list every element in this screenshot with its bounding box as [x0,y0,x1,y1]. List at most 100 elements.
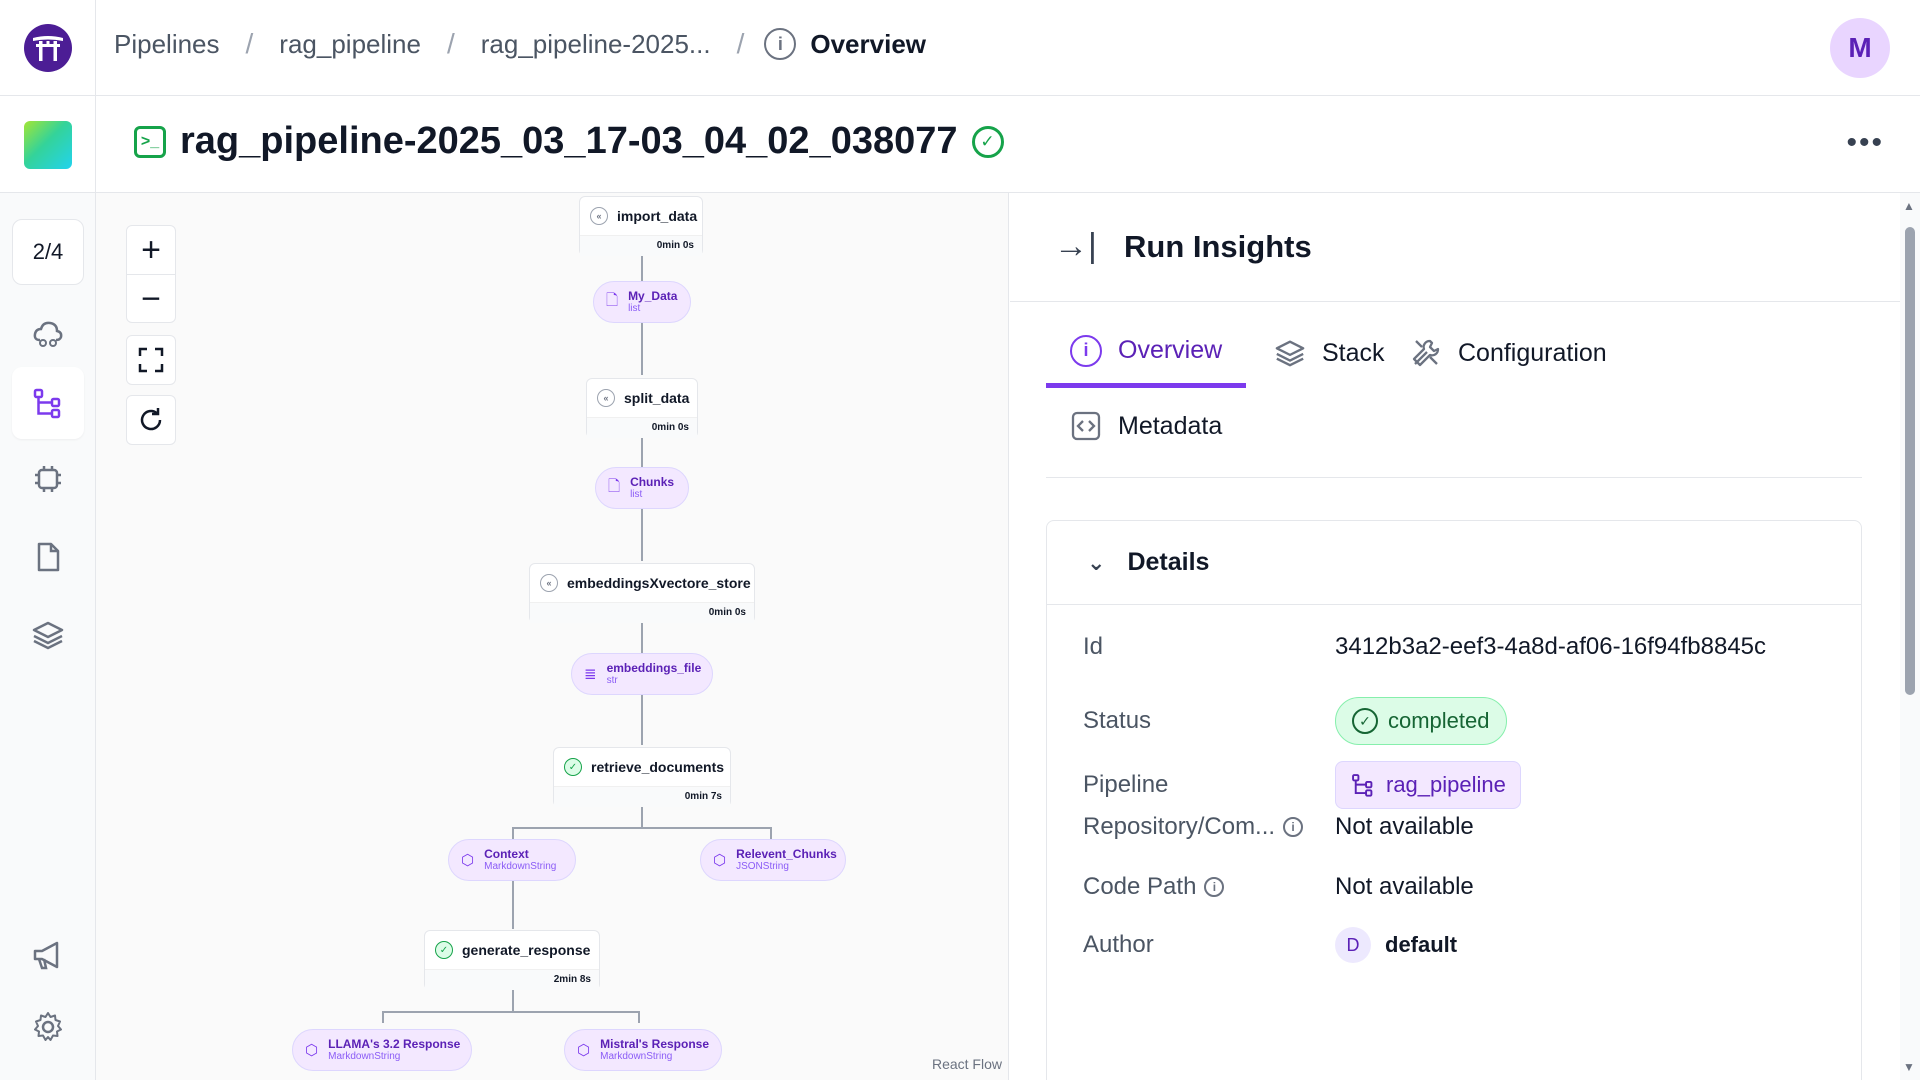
sidebar-item-overview[interactable] [12,297,84,369]
detail-row-status: Status ✓ completed [1083,697,1507,745]
tab-stack[interactable]: Stack [1250,318,1409,388]
dag-artifact-node[interactable]: ≣ embeddings_file str [571,653,713,695]
dag-edge [382,1011,384,1023]
dag-edge [641,806,643,828]
dag-artifact-node[interactable]: 🗋 My_Data list [593,281,691,323]
dag-step-node[interactable]: « split_data 0min 0s [586,378,698,438]
dag-edge [512,827,514,839]
fit-view-button[interactable] [126,335,176,385]
detail-label: Pipeline [1083,771,1169,798]
artifact-type: MarkdownString [484,861,557,872]
step-duration: 0min 0s [580,235,702,256]
step-name: embeddingsXvectore_store [567,575,751,591]
pipeline-link[interactable]: rag_pipeline [1335,761,1521,809]
scrollbar-thumb[interactable] [1905,227,1915,695]
tab-configuration[interactable]: Configuration [1386,318,1631,388]
sidebar-counter-badge[interactable]: 2/4 [12,219,84,285]
gear-icon [34,1012,62,1041]
cube-icon: ⬡ [577,1042,591,1059]
layers-icon [1275,340,1305,367]
panel-title: Run Insights [1124,229,1312,264]
code-path-value: Not available [1335,873,1474,900]
panel-header: →| Run Insights [1010,193,1900,302]
sidebar-item-announcements[interactable] [12,919,84,991]
database-icon: ≣ [584,666,597,683]
dag-edge [512,990,514,1012]
scroll-up-icon[interactable]: ▲ [1903,199,1915,213]
detail-row-id: Id 3412b3a2-eef3-4a8d-af06-16f94fb8845c [1083,633,1766,661]
artifact-name: Mistral's Response [600,1037,709,1051]
user-avatar[interactable]: M [1830,18,1890,78]
detail-label: Author [1083,931,1154,958]
sidebar-item-pipelines[interactable] [12,367,84,439]
dag-edge [641,255,643,281]
dag-step-node[interactable]: ✓ generate_response 2min 8s [424,930,600,990]
breadcrumb-pipelines[interactable]: Pipelines [108,29,226,60]
project-avatar-container [0,96,96,193]
info-icon[interactable]: i [1283,817,1304,837]
status-badge: ✓ completed [1335,697,1507,745]
top-bar: Pipelines / rag_pipeline / rag_pipeline-… [0,0,1920,96]
collapse-panel-icon[interactable]: →| [1054,227,1097,266]
detail-label-with-info: Code Path i [1083,873,1335,901]
tab-label: Configuration [1458,338,1607,367]
detail-row-pipeline: Pipeline rag_pipeline [1083,761,1521,809]
breadcrumb-run[interactable]: rag_pipeline-2025... [475,29,717,60]
dag-step-node[interactable]: « embeddingsXvectore_store 0min 0s [529,563,755,623]
sidebar-item-settings[interactable] [12,991,84,1063]
dag-artifact-node[interactable]: ⬡ Mistral's Response MarkdownString [564,1029,722,1071]
dag-artifact-node[interactable]: 🗋 Chunks list [595,467,689,509]
dag-edge [641,695,643,745]
code-brackets-icon [1071,411,1101,441]
tab-overview[interactable]: i Overview [1046,318,1247,388]
dag-artifact-node[interactable]: ⬡ Context MarkdownString [448,839,576,881]
chevron-down-icon: ⌄ [1087,549,1106,575]
dag-edge [641,323,643,375]
detail-label: Repository/Com... [1083,813,1276,840]
sidebar-item-stacks[interactable] [12,599,84,671]
zoom-out-button[interactable]: − [127,275,175,323]
info-icon[interactable]: i [1204,877,1225,897]
pipeline-tree-icon [1352,774,1373,797]
breadcrumb-separator: / [736,28,745,59]
torii-icon [32,36,63,61]
detail-label: Status [1083,707,1152,734]
step-name: generate_response [462,942,591,958]
artifact-type: str [606,675,618,686]
zenml-logo[interactable] [23,24,72,72]
artifact-type: MarkdownString [328,1051,401,1062]
step-duration: 0min 0s [530,602,754,623]
run-id-value[interactable]: 3412b3a2-eef3-4a8d-af06-16f94fb8845c [1335,633,1766,661]
step-duration: 0min 0s [587,417,697,438]
dag-artifact-node[interactable]: ⬡ LLAMA's 3.2 Response MarkdownString [292,1029,472,1071]
pipeline-tree-icon [33,388,61,419]
refresh-button[interactable] [126,395,176,445]
panel-scrollbar[interactable]: ▲ ▼ [1900,193,1920,1080]
run-header: >_ rag_pipeline-2025_03_17-03_04_02_0380… [0,96,1920,193]
author-value: default [1385,932,1458,957]
breadcrumb-separator: / [245,28,254,59]
cube-icon: ⬡ [305,1042,319,1059]
project-avatar[interactable] [23,120,72,169]
dag-step-node[interactable]: ✓ retrieve_documents 0min 7s [553,747,731,807]
zoom-controls: + − [126,225,176,323]
dag-canvas[interactable]: + − « import_data 0min 0s « split_data 0mi… [96,193,1009,1080]
scroll-down-icon[interactable]: ▼ [1903,1060,1915,1074]
tab-metadata[interactable]: Metadata [1046,391,1246,461]
detail-label: Code Path [1083,873,1197,900]
dag-artifact-node[interactable]: ⬡ Relevent_Chunks JSONString [700,839,846,881]
details-header[interactable]: ⌄ Details [1047,521,1861,605]
sidebar-item-models[interactable] [12,443,84,515]
dag-step-node[interactable]: « import_data 0min 0s [579,196,703,256]
sidebar-item-artifacts[interactable] [12,521,84,593]
artifact-name: Relevent_Chunks [736,847,837,861]
step-name: retrieve_documents [591,759,725,775]
breadcrumb-current-label: Overview [810,28,927,59]
react-flow-attribution[interactable]: React Flow [932,1056,1002,1072]
zoom-in-button[interactable]: + [127,226,175,274]
artifact-type: JSONString [736,861,789,872]
breadcrumb-pipeline[interactable]: rag_pipeline [273,29,427,60]
breadcrumb-separator: / [446,28,455,59]
cached-icon: « [597,389,615,407]
more-options-button[interactable]: ••• [1846,126,1884,160]
